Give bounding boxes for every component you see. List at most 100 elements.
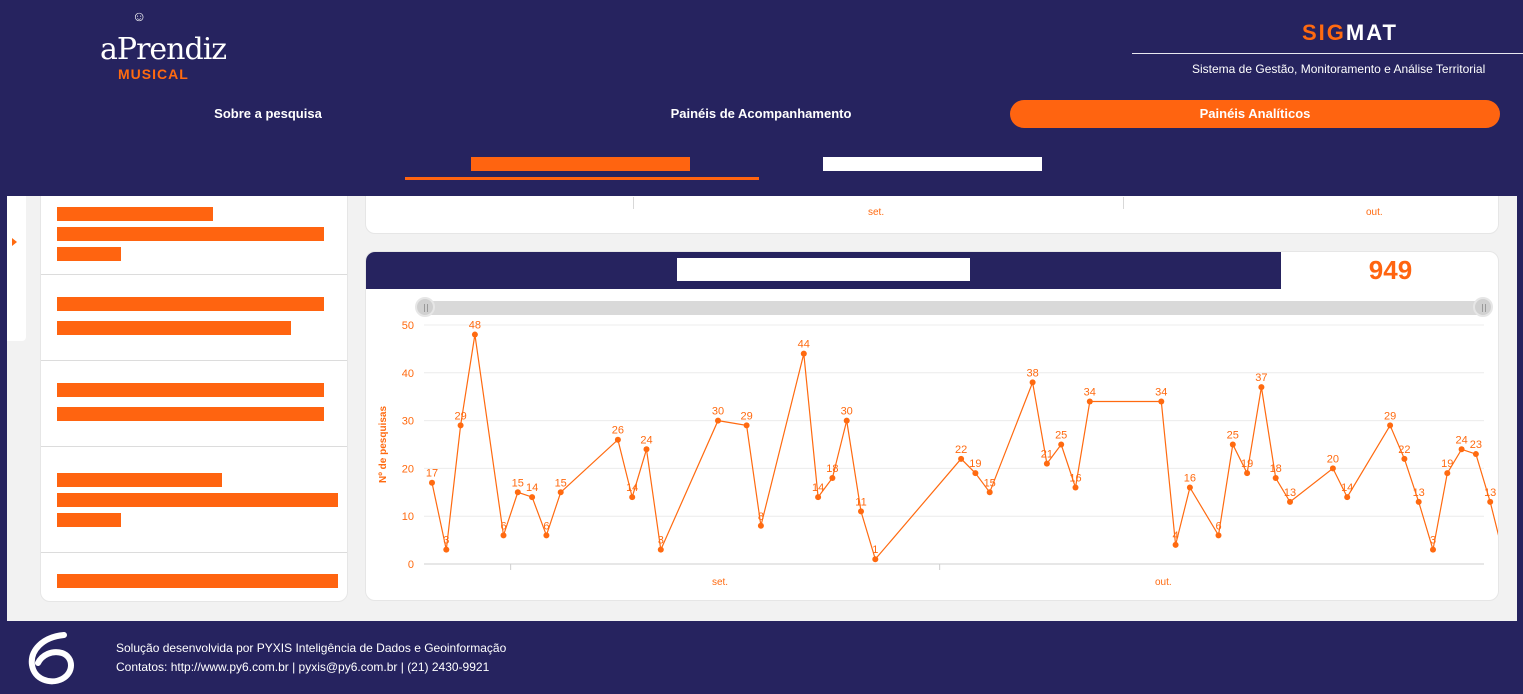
data-point xyxy=(1415,498,1422,505)
subtab-2[interactable] xyxy=(823,157,1042,171)
data-label: 25 xyxy=(1055,430,1067,442)
sidebar-toggle[interactable] xyxy=(7,196,26,341)
data-label: 14 xyxy=(812,482,824,494)
y-tick-label: 50 xyxy=(402,320,414,332)
data-label: 6 xyxy=(500,520,506,532)
card-line xyxy=(57,383,324,397)
data-label: 38 xyxy=(1026,367,1038,379)
list-item[interactable] xyxy=(41,361,347,447)
data-label: 19 xyxy=(969,458,981,470)
data-point xyxy=(1229,441,1236,448)
list-item[interactable] xyxy=(41,275,347,361)
header: ☺ aPrendiz MUSICAL SIGMAT Sistema de Ges… xyxy=(0,0,1523,196)
footer: Solução desenvolvida por PYXIS Inteligên… xyxy=(0,621,1523,694)
data-label: 44 xyxy=(798,339,810,351)
data-point xyxy=(1329,465,1336,472)
list-item[interactable] xyxy=(41,447,347,553)
logo-sub-text: MUSICAL xyxy=(118,66,189,82)
data-point xyxy=(1401,455,1408,462)
data-label: 16 xyxy=(1184,473,1196,485)
data-point xyxy=(858,508,864,515)
data-point xyxy=(1444,470,1451,477)
card-line xyxy=(57,473,222,487)
data-label: 3 xyxy=(1430,535,1436,547)
list-item[interactable] xyxy=(41,196,347,275)
data-label: 18 xyxy=(1270,463,1282,475)
data-label: 18 xyxy=(826,463,838,475)
data-point xyxy=(1258,384,1265,391)
caret-right-icon xyxy=(12,238,17,246)
main-content: set. out. 949 0 10 20 30 40 50 Nº de pesquisas… xyxy=(7,196,1517,621)
data-label: 14 xyxy=(526,482,538,494)
card-line xyxy=(57,574,338,588)
x-tick-label: out. xyxy=(1366,207,1383,218)
data-point xyxy=(815,494,822,501)
data-label: 15 xyxy=(555,477,567,489)
data-label: 4 xyxy=(1173,530,1179,542)
data-point xyxy=(843,417,850,424)
data-point xyxy=(1072,484,1079,491)
data-label: 19 xyxy=(1441,458,1453,470)
data-label: 17 xyxy=(426,468,438,480)
data-label: 13 xyxy=(1413,487,1425,499)
data-label: 3 xyxy=(443,535,449,547)
data-label: 29 xyxy=(454,410,466,422)
data-point xyxy=(629,494,636,501)
data-point xyxy=(757,522,764,529)
x-tick-label: set. xyxy=(868,207,885,218)
data-point xyxy=(1458,446,1465,453)
aprendiz-musical-logo[interactable]: ☺ aPrendiz MUSICAL xyxy=(100,8,227,86)
data-point xyxy=(657,546,664,553)
data-label: 29 xyxy=(1384,410,1396,422)
data-point xyxy=(1472,451,1479,458)
y-tick-label: 0 xyxy=(408,559,414,571)
data-point xyxy=(1244,470,1251,477)
nav-paineis-acompanhamento[interactable]: Painéis de Acompanhamento xyxy=(643,100,879,128)
data-label: 34 xyxy=(1155,386,1167,398)
footer-credit: Solução desenvolvida por PYXIS Inteligên… xyxy=(116,641,507,655)
data-point xyxy=(743,422,750,429)
nav-sobre-a-pesquisa[interactable]: Sobre a pesquisa xyxy=(150,100,386,128)
data-point xyxy=(1287,498,1293,505)
x-tick-label: set. xyxy=(712,577,728,588)
card-line xyxy=(57,513,121,527)
data-point xyxy=(1029,379,1036,386)
data-label: 34 xyxy=(1084,386,1096,398)
indicator-card-list[interactable] xyxy=(40,196,348,602)
data-label: 20 xyxy=(1327,453,1339,465)
data-point xyxy=(1272,474,1279,481)
data-point xyxy=(1387,422,1394,429)
list-item[interactable] xyxy=(41,553,347,601)
data-label: 3 xyxy=(658,535,664,547)
card-line xyxy=(57,493,338,507)
card-line xyxy=(57,297,324,311)
data-label: 21 xyxy=(1041,449,1053,461)
data-point xyxy=(986,489,993,496)
data-label: 30 xyxy=(841,406,853,418)
data-point xyxy=(443,546,450,553)
data-label: 14 xyxy=(1341,482,1353,494)
data-point xyxy=(829,474,836,481)
month-separator xyxy=(633,197,634,209)
data-label: 24 xyxy=(1455,434,1467,446)
data-label: 19 xyxy=(1241,458,1253,470)
y-tick-label: 40 xyxy=(402,368,414,380)
subtab-1[interactable] xyxy=(471,157,690,171)
footer-contacts[interactable]: Contatos: http://www.py6.com.br | pyxis@… xyxy=(116,660,489,674)
nav-paineis-analiticos[interactable]: Painéis Analíticos xyxy=(1010,100,1500,128)
data-point xyxy=(643,446,650,453)
data-point xyxy=(457,422,464,429)
y-tick-label: 20 xyxy=(402,463,414,475)
logo-main-text: aPrendiz xyxy=(100,32,227,67)
y-tick-label: 10 xyxy=(402,511,414,523)
data-label: 29 xyxy=(740,410,752,422)
data-label: 15 xyxy=(512,477,524,489)
card-line xyxy=(57,207,213,221)
data-label: 23 xyxy=(1470,439,1482,451)
data-point xyxy=(514,489,521,496)
data-label: 6 xyxy=(543,520,549,532)
y-tick-label: 30 xyxy=(402,416,414,428)
data-label: 37 xyxy=(1255,372,1267,384)
data-point xyxy=(500,532,507,539)
data-label: 22 xyxy=(1398,444,1410,456)
